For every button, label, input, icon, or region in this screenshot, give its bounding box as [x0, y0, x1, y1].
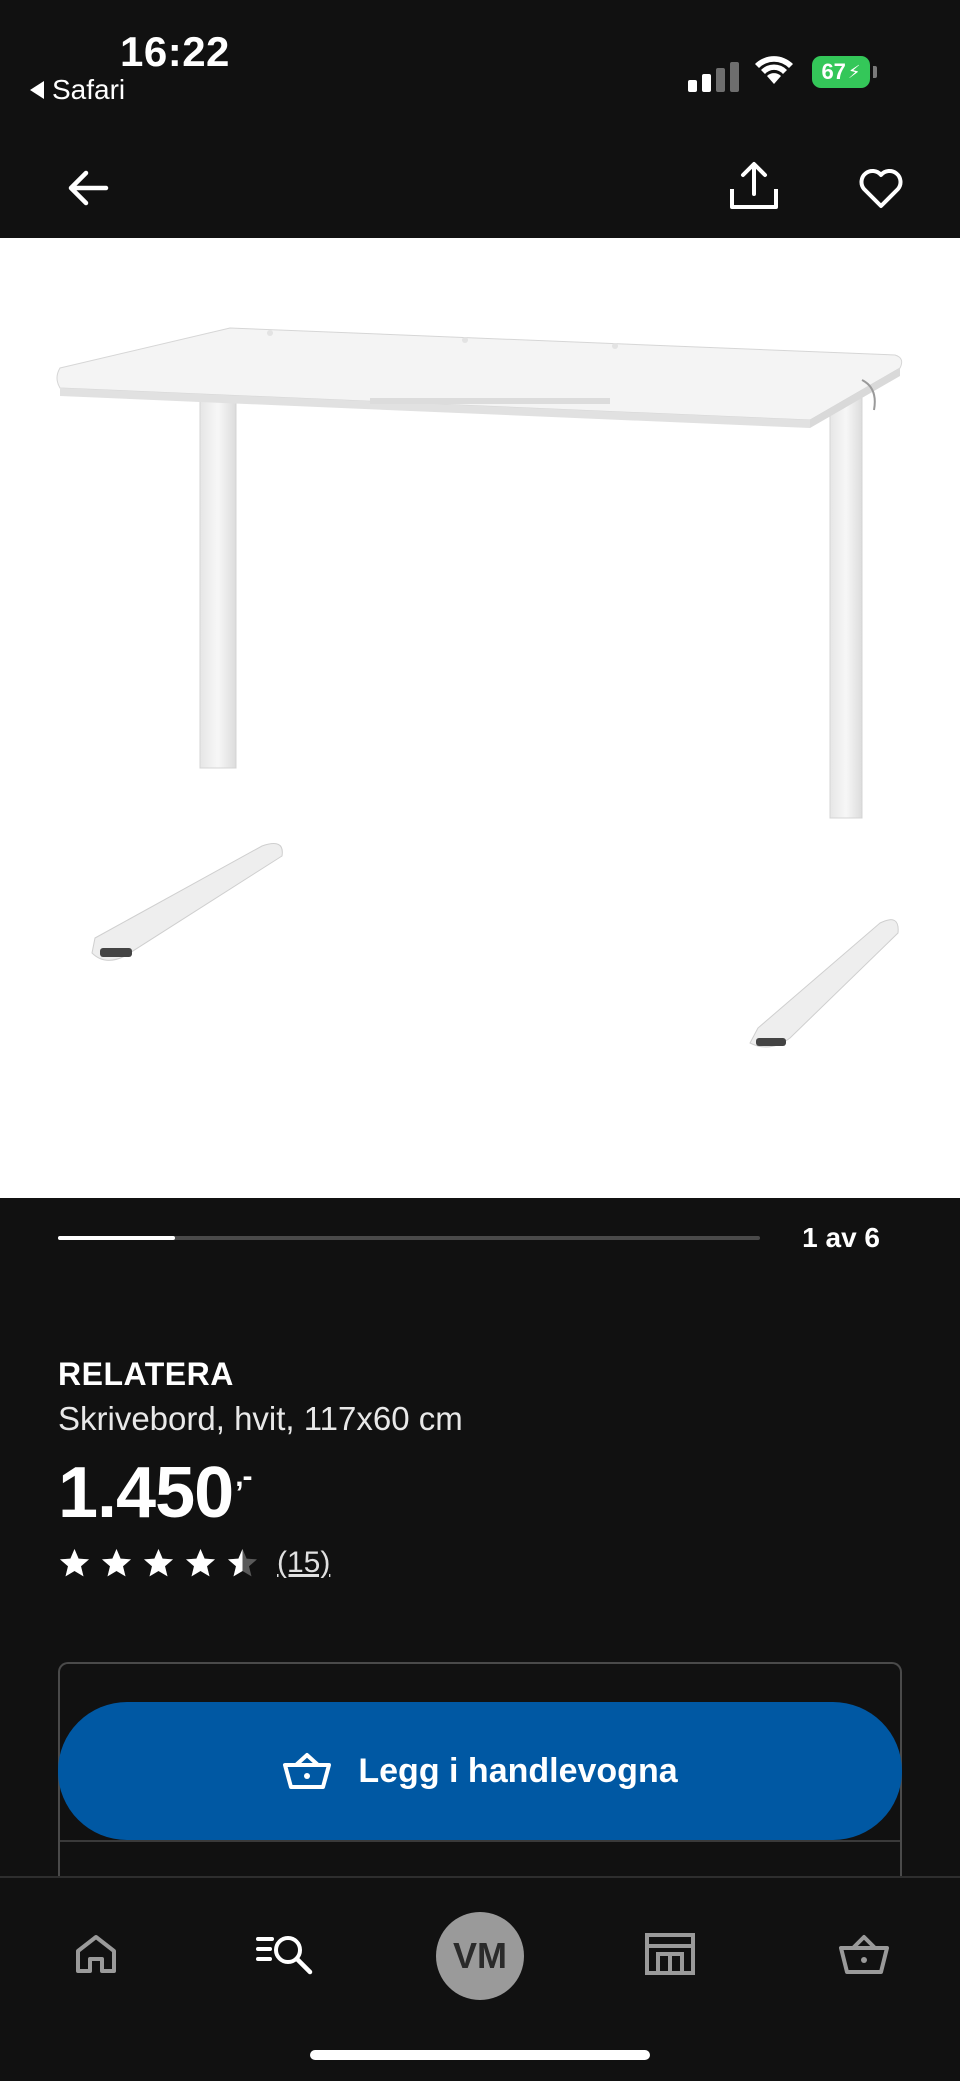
search-list-icon — [256, 1936, 313, 1975]
back-button[interactable] — [56, 156, 120, 220]
add-to-cart-button[interactable]: Legg i handlevogna — [58, 1702, 902, 1840]
basket-icon — [283, 1753, 332, 1789]
star-icon — [186, 1548, 215, 1576]
battery-icon: 67 ⚡ — [812, 56, 877, 88]
favorite-button[interactable] — [849, 156, 913, 220]
product-image[interactable] — [0, 238, 960, 1198]
nav-home[interactable] — [56, 1914, 136, 1994]
home-indicator — [310, 2050, 650, 2060]
product-price: 1.450 ,- — [58, 1452, 253, 1534]
gallery-page-counter: 1 av 6 — [802, 1222, 880, 1253]
nav-search[interactable] — [246, 1914, 326, 1994]
battery-level: 67 — [821, 59, 846, 84]
cellular-signal-icon — [688, 62, 739, 92]
star-icon — [60, 1548, 89, 1576]
product-name: RELATERA — [58, 1356, 234, 1392]
top-navigation-bar — [0, 140, 960, 238]
star-icon — [228, 1548, 257, 1576]
basket-icon — [839, 1935, 889, 1974]
nav-profile[interactable]: VM — [430, 1906, 530, 2006]
star-icon — [102, 1548, 131, 1576]
nav-cart[interactable] — [824, 1914, 904, 1994]
add-to-cart-label: Legg i handlevogna — [358, 1751, 678, 1790]
heart-icon — [859, 169, 903, 208]
share-button[interactable] — [722, 154, 786, 218]
gallery-progress-bar — [58, 1236, 760, 1240]
home-icon — [76, 1935, 116, 1973]
avatar: VM — [436, 1912, 524, 2000]
desk-illustration — [56, 327, 903, 1048]
nav-store[interactable] — [630, 1914, 710, 1994]
wifi-icon — [755, 56, 793, 84]
product-rating[interactable]: (15) — [58, 1546, 330, 1580]
store-icon — [645, 1933, 695, 1975]
price-value: 1.450 — [58, 1453, 234, 1533]
arrow-left-icon — [68, 170, 109, 206]
star-icon — [144, 1548, 173, 1576]
product-description: Skrivebord, hvit, 117x60 cm — [58, 1400, 463, 1437]
back-app-label: Safari — [52, 74, 126, 105]
back-triangle-icon — [30, 81, 44, 99]
review-count-link[interactable]: (15) — [277, 1546, 330, 1580]
share-icon — [730, 162, 778, 209]
status-bar: 16:22 Safari 67 ⚡ — [0, 0, 960, 140]
rating-stars — [58, 1547, 259, 1580]
price-suffix: ,- — [235, 1460, 252, 1493]
back-to-app-link[interactable]: Safari — [30, 74, 125, 106]
status-time: 16:22 — [120, 28, 230, 75]
purchase-divider — [60, 1840, 900, 1842]
gallery-progress-fill — [58, 1236, 176, 1240]
